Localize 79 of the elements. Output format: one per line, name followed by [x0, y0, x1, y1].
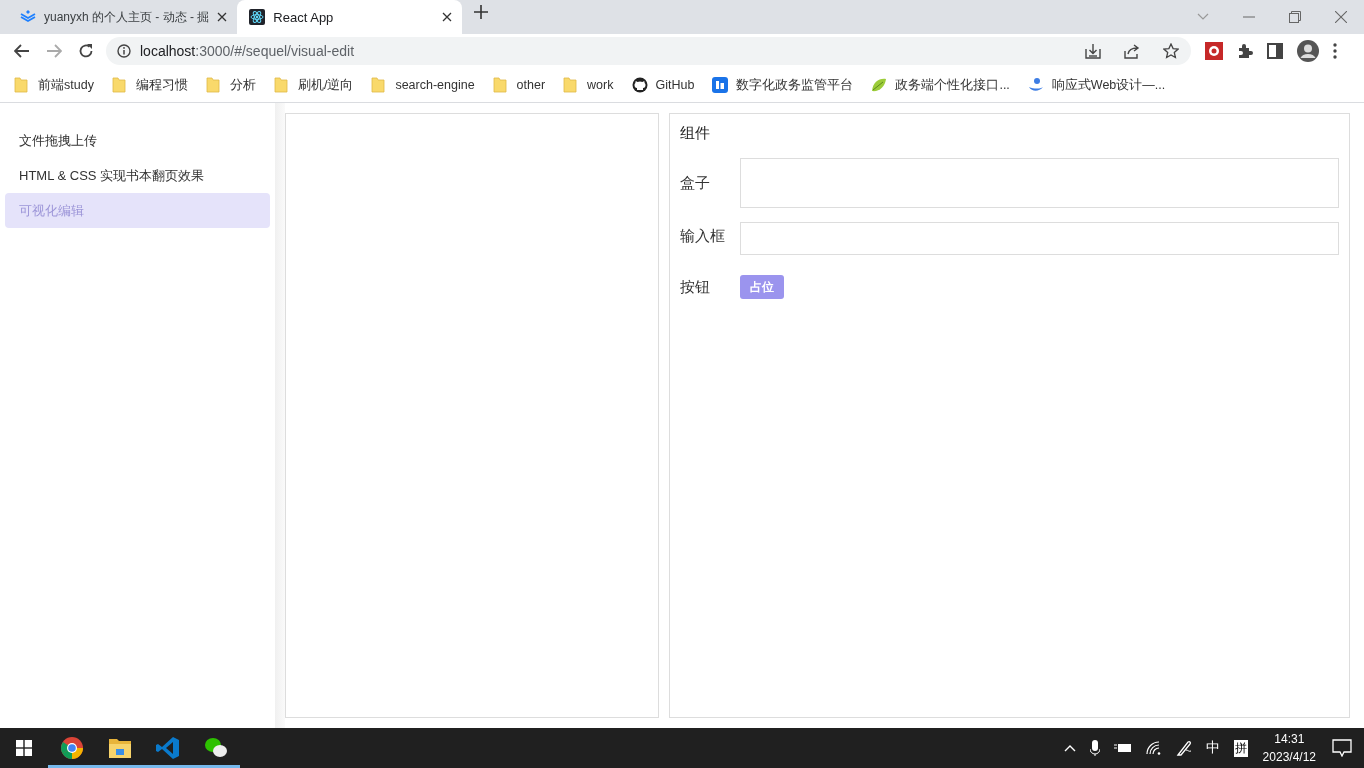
folder-icon	[492, 77, 509, 93]
bookmark-label: search-engine	[395, 78, 475, 92]
clock-time: 14:31	[1274, 731, 1305, 748]
address-bar[interactable]: localhost:3000/#/sequel/visual-edit	[106, 37, 1191, 65]
panel-title: 组件	[680, 124, 711, 143]
folder-icon	[371, 77, 388, 93]
app-icon	[712, 77, 729, 93]
tab-title: yuanyxh 的个人主页 - 动态 - 掘	[44, 8, 210, 26]
bookmark[interactable]: 响应式Web设计—...	[1027, 76, 1166, 94]
folder-icon	[108, 736, 132, 760]
menu-item[interactable]: 文件拖拽上传	[5, 123, 270, 158]
bookmark-label: 前端study	[38, 76, 94, 94]
clock-date: 2023/4/12	[1262, 749, 1316, 766]
url-text: localhost:3000/#/sequel/visual-edit	[140, 43, 355, 59]
bookmark-label: 刷机/逆向	[297, 76, 354, 94]
chevron-up-icon[interactable]	[1063, 744, 1076, 752]
folder-icon	[14, 77, 30, 93]
layers-icon	[20, 9, 36, 25]
bookmark-label: 数字化政务监管平台	[736, 76, 854, 94]
bookmark-label: 分析	[229, 76, 256, 94]
bookmark[interactable]: 刷机/逆向	[273, 76, 354, 94]
menu-item[interactable]: HTML & CSS 实现书本翻页效果	[5, 158, 270, 193]
code-editor-icon	[156, 736, 180, 760]
bookmark-label: 编程习惯	[135, 76, 188, 94]
restore-icon[interactable]	[1289, 11, 1301, 23]
bookmark[interactable]: other	[492, 77, 546, 93]
close-icon[interactable]	[217, 12, 228, 22]
star-icon[interactable]	[1163, 43, 1179, 59]
reload-icon[interactable]	[78, 43, 94, 59]
tab-title: React App	[273, 9, 335, 25]
folder-icon	[563, 77, 580, 93]
input-method-indicator[interactable]: 拼	[1233, 739, 1248, 757]
microphone-icon[interactable]	[1089, 740, 1100, 756]
browser-tab[interactable]: yuanyxh 的个人主页 - 动态 - 掘	[8, 0, 238, 34]
component-label: 按钮	[680, 277, 711, 297]
leaf-icon	[871, 77, 888, 93]
bookmark-label: work	[587, 78, 614, 92]
share-icon[interactable]	[1124, 43, 1140, 59]
more-icon[interactable]	[1333, 43, 1337, 59]
folder-icon	[205, 77, 222, 93]
github-icon	[631, 77, 648, 93]
bookmark[interactable]: 编程习惯	[111, 76, 188, 94]
avatar-icon[interactable]	[1297, 40, 1319, 62]
back-icon[interactable]	[14, 44, 30, 58]
bookmark-label: 响应式Web设计—...	[1051, 76, 1166, 94]
extension-logo-icon[interactable]	[1205, 42, 1223, 60]
browser-icon	[60, 736, 84, 760]
bookmark-label: other	[516, 78, 546, 92]
bookmark[interactable]: 分析	[205, 76, 256, 94]
info-icon	[117, 44, 131, 58]
clock[interactable]: 14:31 2023/4/12	[1262, 730, 1316, 766]
bookmark[interactable]: 政务端个性化接口...	[871, 76, 1010, 94]
bookmark-label: GitHub	[655, 78, 695, 92]
pen-icon[interactable]	[1175, 740, 1192, 756]
bookmark-label: 政务端个性化接口...	[895, 76, 1010, 94]
browser-tab[interactable]: React App	[237, 0, 463, 34]
component-label: 盒子	[680, 173, 711, 193]
folder-icon	[273, 77, 290, 93]
bookmark[interactable]: GitHub	[631, 77, 695, 93]
bookmark[interactable]: 数字化政务监管平台	[712, 76, 854, 94]
drop-icon	[1027, 77, 1044, 93]
input-field[interactable]	[740, 222, 1339, 255]
folder-icon	[111, 77, 128, 93]
input-method-indicator[interactable]: 中	[1205, 739, 1220, 757]
bookmark[interactable]: 前端study	[14, 76, 94, 94]
new-tab-icon[interactable]	[474, 5, 489, 19]
chat-icon	[204, 736, 228, 760]
close-icon[interactable]	[442, 12, 453, 22]
battery-icon[interactable]	[1113, 742, 1132, 754]
puzzle-icon[interactable]	[1237, 43, 1253, 59]
side-panel-icon[interactable]	[1267, 43, 1283, 59]
wifi-icon[interactable]	[1145, 741, 1162, 755]
component-label: 输入框	[680, 227, 726, 246]
notification-icon[interactable]	[1332, 739, 1352, 757]
windows-start-icon[interactable]	[16, 740, 32, 756]
bookmark[interactable]: work	[563, 77, 614, 93]
download-icon[interactable]	[1085, 43, 1101, 59]
atom-icon	[249, 9, 266, 25]
bookmark[interactable]: search-engine	[371, 77, 475, 93]
